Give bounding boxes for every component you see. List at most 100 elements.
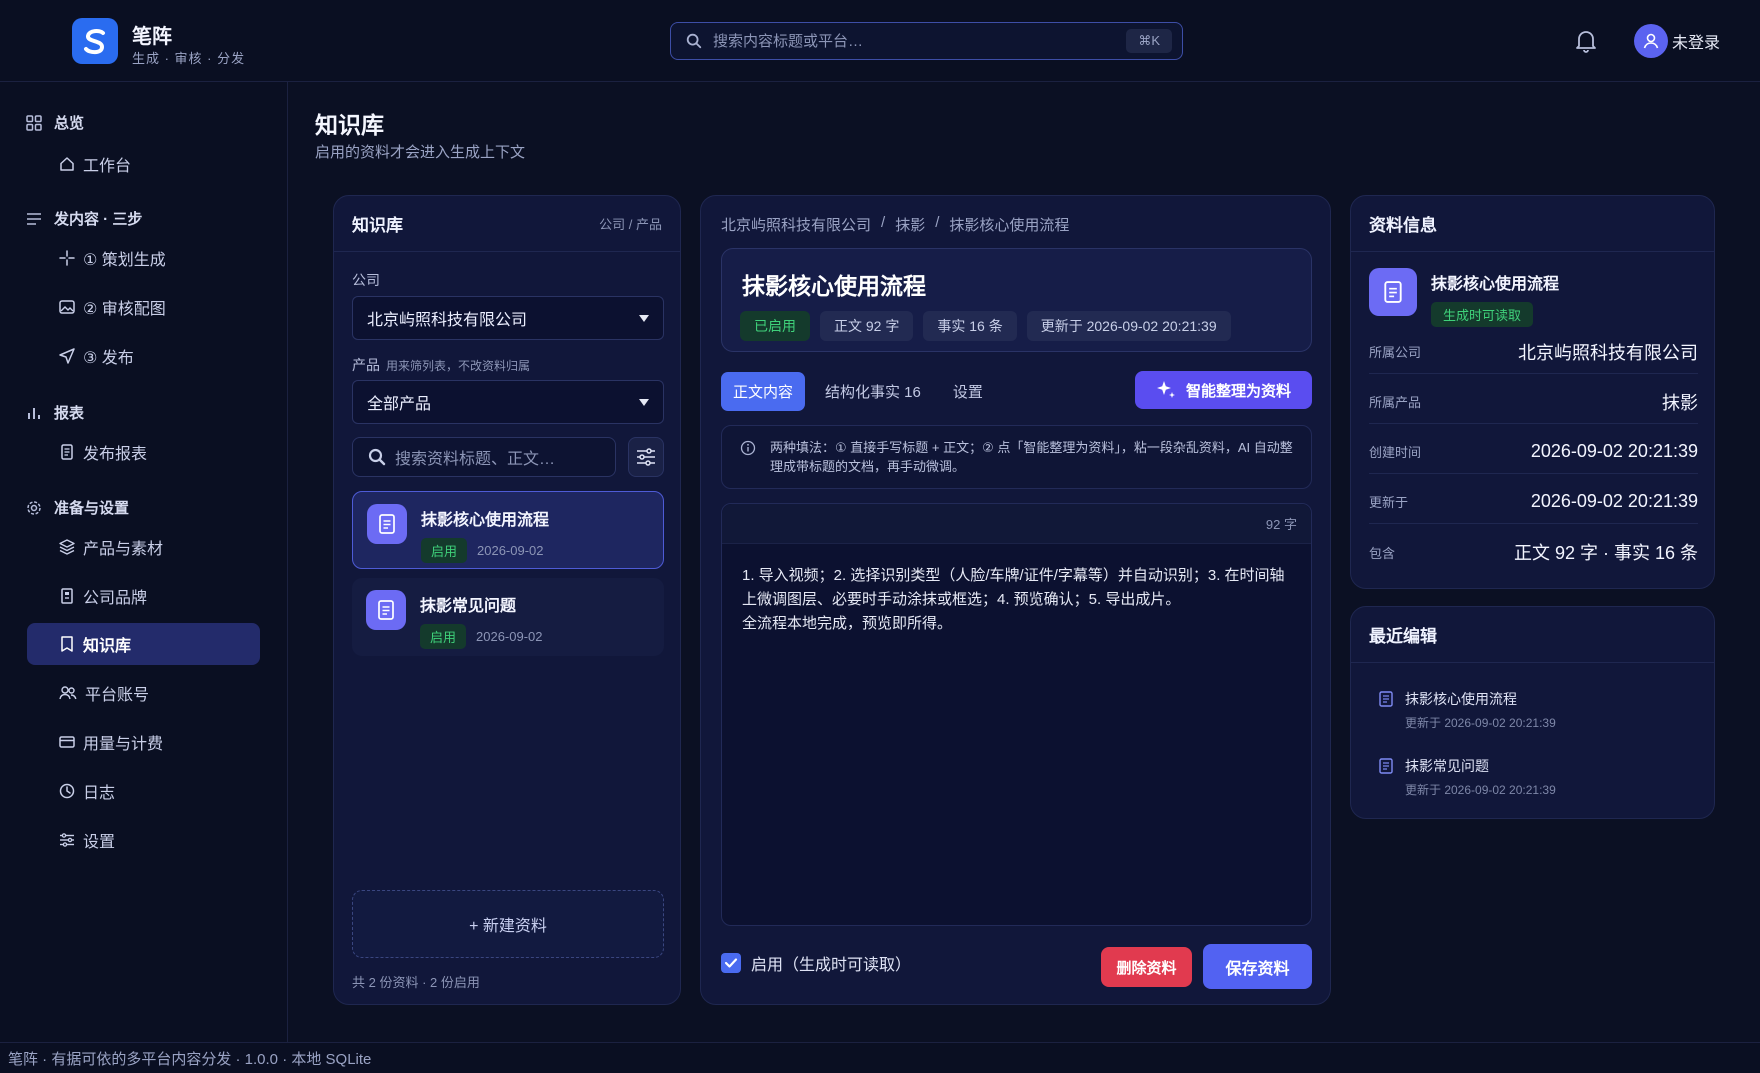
check-icon [724,958,738,968]
info-value: 2026-09-02 20:21:39 [1530,491,1698,511]
bar-chart-icon [28,407,40,419]
doc-search-input[interactable]: 搜索资料标题、正文… [352,437,616,477]
breadcrumb-company[interactable]: 北京屿照科技有限公司 [721,214,871,235]
body-textarea[interactable]: 1. 导入视频；2. 选择识别类型（人脸/车牌/证件/字幕等）并自动识别；3. … [722,544,1311,656]
save-button[interactable]: 保存资料 [1203,944,1312,989]
status-badge: 已启用 [740,311,810,341]
search-input[interactable] [713,32,1127,50]
info-value: 正文 92 字 · 事实 16 条 [1513,543,1698,563]
new-doc-button[interactable]: + 新建资料 [352,890,664,958]
usage-hint-text: 两种填法：① 直接手写标题 + 正文；② 点「智能整理为资料」，粘一段杂乱资料，… [770,440,1293,474]
info-row-contains: 包含 正文 92 字 · 事实 16 条 [1369,530,1698,574]
breadcrumb-separator: / [935,214,940,231]
list-icon [27,212,41,225]
list-item[interactable]: 抹影常见问题 启用 2026-09-02 [352,578,664,656]
sidebar-item-label: ② 审核配图 [83,301,166,318]
info-value: 北京屿照科技有限公司 [1518,342,1698,363]
company-select[interactable]: 北京屿照科技有限公司 [352,296,664,340]
layers-icon [59,539,75,555]
recent-doc-time: 更新于 2026-09-02 20:21:39 [1405,783,1556,797]
list-item[interactable]: 抹影核心使用流程 更新于 2026-09-02 20:21:39 [1379,689,1556,731]
caret-down-icon [639,314,649,322]
product-select[interactable]: 全部产品 [352,380,664,424]
avatar[interactable] [1634,24,1668,58]
status-badge: 启用 [421,538,468,563]
sparkle-icon [1156,381,1175,398]
ai-organize-button[interactable]: 智能整理为资料 [1135,371,1312,409]
recent-edits-panel: 最近编辑 抹影核心使用流程 更新于 2026-09-02 20:21:39 抹影… [1350,606,1715,819]
sidebar-item-knowledge-base[interactable]: 知识库 [27,623,260,665]
knowledge-list-panel: 知识库 公司 / 产品 公司 北京屿照科技有限公司 产品 用来筛列表，不改资料归属… [333,195,681,1005]
top-header: 笔阵 生成 · 审核 · 分发 ⌘K 未登录 [0,0,1760,82]
sidebar-item-publish-report[interactable]: 发布报表 [27,431,260,473]
sidebar-item-label: 公司品牌 [83,590,148,607]
delete-button[interactable]: 删除资料 [1101,947,1192,987]
user-menu[interactable]: 未登录 [1634,24,1720,58]
doc-editor-panel: 北京屿照科技有限公司 / 抹影 / 抹影核心使用流程 抹影核心使用流程 已启用 … [700,195,1331,1005]
sidebar-section-publish: 发内容 · 三步 [26,208,142,229]
app-logo[interactable] [72,18,118,64]
doc-count-summary: 共 2 份资料 · 2 份启用 [352,975,480,990]
doc-name: 抹影常见问题 [420,598,517,615]
sidebar-item-label: 产品与素材 [83,541,164,558]
list-item[interactable]: 抹影核心使用流程 启用 2026-09-02 [352,491,664,569]
info-icon [740,440,756,456]
breadcrumb: 北京屿照科技有限公司 / 抹影 / 抹影核心使用流程 [721,214,1069,235]
recent-doc-name: 抹影核心使用流程 [1405,691,1517,707]
sidebar-item-publish[interactable]: ③ 发布 [27,335,260,377]
logo-s-icon [84,29,105,55]
status-badge: 生成时可读取 [1431,302,1534,327]
brand-tagline: 生成 · 审核 · 分发 [132,51,246,66]
sidebar-item-logs[interactable]: 日志 [27,770,260,812]
document-icon [1379,758,1393,774]
body-editor[interactable]: 92 字 1. 导入视频；2. 选择识别类型（人脸/车牌/证件/字幕等）并自动识… [721,503,1312,926]
doc-title-card: 抹影核心使用流程 已启用 正文 92 字 事实 16 条 更新于 2026-09… [721,248,1312,352]
panel-hint: 公司 / 产品 [599,217,662,232]
company-label: 公司 [352,270,380,290]
sidebar-item-label: 工作台 [83,158,132,175]
login-status[interactable]: 未登录 [1672,29,1720,53]
search-shortcut-badge: ⌘K [1126,29,1172,53]
sidebar-item-products[interactable]: 产品与素材 [27,526,260,568]
info-key: 所属产品 [1369,395,1422,410]
sidebar: 总览 工作台 发内容 · 三步 ① 策划生成 ② 审核配图 ③ 发布 报表 发布… [0,82,288,1042]
filter-button[interactable] [628,437,664,477]
tab-facts[interactable]: 结构化事实 16 [813,372,933,411]
enable-label: 启用（生成时可读取） [751,957,912,974]
breadcrumb-doc: 抹影核心使用流程 [949,217,1070,234]
sidebar-item-settings[interactable]: 设置 [27,819,260,861]
card-icon [59,736,75,748]
sidebar-item-workbench[interactable]: 工作台 [27,143,260,185]
info-key: 创建时间 [1369,445,1422,460]
sidebar-section-label: 发内容 · 三步 [54,211,143,228]
breadcrumb-product[interactable]: 抹影 [895,214,925,235]
sidebar-item-label: ① 策划生成 [83,252,166,269]
recent-doc-time: 更新于 2026-09-02 20:21:39 [1405,716,1556,730]
char-count: 92 字 [1265,517,1297,532]
sidebar-item-label: 日志 [83,785,116,802]
clock-icon [59,783,75,799]
list-item[interactable]: 抹影常见问题 更新于 2026-09-02 20:21:39 [1379,756,1556,798]
doc-date: 2026-09-02 [476,629,543,644]
enable-toggle[interactable]: 启用（生成时可读取） [721,951,911,975]
tab-settings[interactable]: 设置 [941,372,995,411]
usage-hint: 两种填法：① 直接手写标题 + 正文；② 点「智能整理为资料」，粘一段杂乱资料，… [721,425,1312,489]
bell-icon[interactable] [1574,28,1598,54]
panel-header: 知识库 公司 / 产品 [334,196,680,252]
enable-checkbox[interactable] [721,953,741,973]
tab-body[interactable]: 正文内容 [721,372,806,411]
doc-info-panel: 资料信息 抹影核心使用流程 生成时可读取 所属公司 北京屿照科技有限公司 所属产… [1350,195,1715,589]
sidebar-item-accounts[interactable]: 平台账号 [27,672,260,714]
sidebar-item-billing[interactable]: 用量与计费 [27,721,260,763]
panel-header: 最近编辑 [1351,607,1714,663]
info-value: 抹影 [1662,392,1698,413]
global-search[interactable]: ⌘K [670,22,1183,60]
info-key: 更新于 [1369,495,1409,510]
sidebar-item-review[interactable]: ② 审核配图 [27,286,260,328]
sidebar-item-brand[interactable]: 公司品牌 [27,575,260,617]
sidebar-item-label: ③ 发布 [83,350,134,367]
sidebar-item-plan[interactable]: ① 策划生成 [27,237,260,279]
status-badge: 启用 [420,624,467,649]
sliders-icon [637,448,655,466]
document-icon [367,504,407,544]
